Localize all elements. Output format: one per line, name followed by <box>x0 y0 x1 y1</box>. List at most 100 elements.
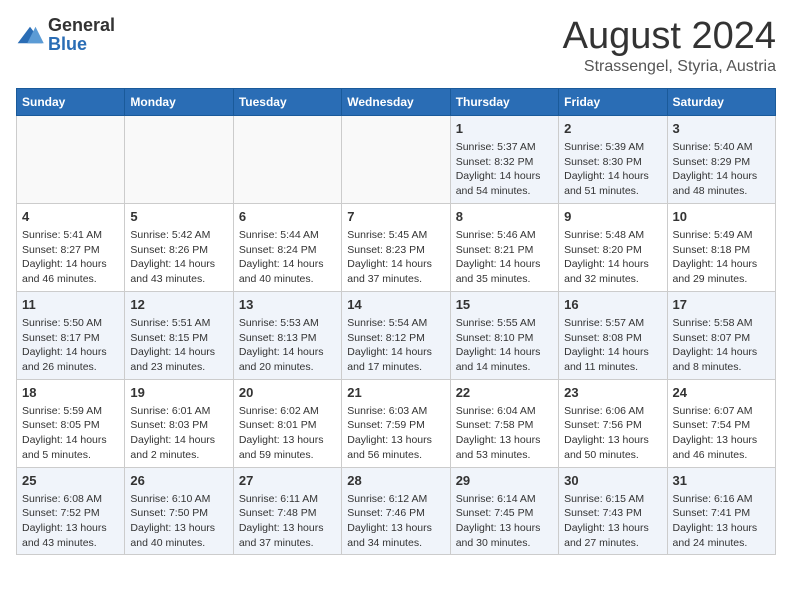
cell-content: Sunrise: 5:48 AM Sunset: 8:20 PM Dayligh… <box>564 228 661 287</box>
calendar-header-row: SundayMondayTuesdayWednesdayThursdayFrid… <box>17 88 776 115</box>
header: General Blue August 2024 Strassengel, St… <box>16 16 776 76</box>
calendar-cell: 18Sunrise: 5:59 AM Sunset: 8:05 PM Dayli… <box>17 379 125 467</box>
calendar-cell <box>342 115 450 203</box>
calendar-cell: 27Sunrise: 6:11 AM Sunset: 7:48 PM Dayli… <box>233 467 341 555</box>
day-number: 9 <box>564 208 661 226</box>
logo-icon <box>16 24 44 46</box>
day-number: 12 <box>130 296 227 314</box>
calendar-week-row: 18Sunrise: 5:59 AM Sunset: 8:05 PM Dayli… <box>17 379 776 467</box>
day-number: 26 <box>130 472 227 490</box>
day-number: 25 <box>22 472 119 490</box>
cell-content: Sunrise: 5:40 AM Sunset: 8:29 PM Dayligh… <box>673 140 770 199</box>
col-header-saturday: Saturday <box>667 88 775 115</box>
col-header-wednesday: Wednesday <box>342 88 450 115</box>
day-number: 17 <box>673 296 770 314</box>
calendar-cell: 9 Sunrise: 5:48 AM Sunset: 8:20 PM Daylig… <box>559 203 667 291</box>
cell-content: Sunrise: 5:45 AM Sunset: 8:23 PM Dayligh… <box>347 228 444 287</box>
cell-content: Sunrise: 6:02 AM Sunset: 8:01 PM Dayligh… <box>239 404 336 463</box>
col-header-monday: Monday <box>125 88 233 115</box>
logo-text-blue: Blue <box>48 34 87 54</box>
calendar-cell: 16Sunrise: 5:57 AM Sunset: 8:08 PM Dayli… <box>559 291 667 379</box>
cell-content: Sunrise: 5:37 AM Sunset: 8:32 PM Dayligh… <box>456 140 553 199</box>
cell-content: Sunrise: 5:59 AM Sunset: 8:05 PM Dayligh… <box>22 404 119 463</box>
calendar-cell: 8 Sunrise: 5:46 AM Sunset: 8:21 PM Daylig… <box>450 203 558 291</box>
calendar-cell: 3 Sunrise: 5:40 AM Sunset: 8:29 PM Daylig… <box>667 115 775 203</box>
cell-content: Sunrise: 5:53 AM Sunset: 8:13 PM Dayligh… <box>239 316 336 375</box>
cell-content: Sunrise: 5:54 AM Sunset: 8:12 PM Dayligh… <box>347 316 444 375</box>
calendar-cell: 4Sunrise: 5:41 AM Sunset: 8:27 PM Daylig… <box>17 203 125 291</box>
cell-content: Sunrise: 6:10 AM Sunset: 7:50 PM Dayligh… <box>130 492 227 551</box>
day-number: 31 <box>673 472 770 490</box>
col-header-thursday: Thursday <box>450 88 558 115</box>
logo-text-block: General Blue <box>48 16 115 54</box>
logo-text-general: General <box>48 15 115 35</box>
day-number: 5 <box>130 208 227 226</box>
subtitle: Strassengel, Styria, Austria <box>563 58 776 76</box>
calendar-cell: 15 Sunrise: 5:55 AM Sunset: 8:10 PM Dayli… <box>450 291 558 379</box>
day-number: 11 <box>22 296 119 314</box>
cell-content: Sunrise: 6:06 AM Sunset: 7:56 PM Dayligh… <box>564 404 661 463</box>
title-area: August 2024 Strassengel, Styria, Austria <box>563 16 776 76</box>
cell-content: Sunrise: 6:03 AM Sunset: 7:59 PM Dayligh… <box>347 404 444 463</box>
cell-content: Sunrise: 5:46 AM Sunset: 8:21 PM Dayligh… <box>456 228 553 287</box>
calendar-cell: 1 Sunrise: 5:37 AM Sunset: 8:32 PM Daylig… <box>450 115 558 203</box>
col-header-tuesday: Tuesday <box>233 88 341 115</box>
calendar-cell: 29 Sunrise: 6:14 AM Sunset: 7:45 PM Dayli… <box>450 467 558 555</box>
calendar-cell: 12 Sunrise: 5:51 AM Sunset: 8:15 PM Dayli… <box>125 291 233 379</box>
calendar-cell: 17 Sunrise: 5:58 AM Sunset: 8:07 PM Dayli… <box>667 291 775 379</box>
day-number: 20 <box>239 384 336 402</box>
calendar-cell: 22Sunrise: 6:04 AM Sunset: 7:58 PM Dayli… <box>450 379 558 467</box>
calendar-week-row: 11 Sunrise: 5:50 AM Sunset: 8:17 PM Dayli… <box>17 291 776 379</box>
calendar-cell <box>17 115 125 203</box>
cell-content: Sunrise: 6:01 AM Sunset: 8:03 PM Dayligh… <box>130 404 227 463</box>
calendar-table: SundayMondayTuesdayWednesdayThursdayFrid… <box>16 88 776 556</box>
cell-content: Sunrise: 5:58 AM Sunset: 8:07 PM Dayligh… <box>673 316 770 375</box>
cell-content: Sunrise: 6:08 AM Sunset: 7:52 PM Dayligh… <box>22 492 119 551</box>
col-header-friday: Friday <box>559 88 667 115</box>
day-number: 19 <box>130 384 227 402</box>
day-number: 14 <box>347 296 444 314</box>
day-number: 13 <box>239 296 336 314</box>
calendar-cell: 28Sunrise: 6:12 AM Sunset: 7:46 PM Dayli… <box>342 467 450 555</box>
calendar-cell: 13 Sunrise: 5:53 AM Sunset: 8:13 PM Dayli… <box>233 291 341 379</box>
calendar-cell <box>125 115 233 203</box>
calendar-cell: 11 Sunrise: 5:50 AM Sunset: 8:17 PM Dayli… <box>17 291 125 379</box>
cell-content: Sunrise: 6:07 AM Sunset: 7:54 PM Dayligh… <box>673 404 770 463</box>
cell-content: Sunrise: 6:14 AM Sunset: 7:45 PM Dayligh… <box>456 492 553 551</box>
day-number: 1 <box>456 120 553 138</box>
day-number: 29 <box>456 472 553 490</box>
calendar-cell: 5Sunrise: 5:42 AM Sunset: 8:26 PM Daylig… <box>125 203 233 291</box>
day-number: 15 <box>456 296 553 314</box>
cell-content: Sunrise: 6:16 AM Sunset: 7:41 PM Dayligh… <box>673 492 770 551</box>
calendar-cell: 23Sunrise: 6:06 AM Sunset: 7:56 PM Dayli… <box>559 379 667 467</box>
calendar-cell: 10Sunrise: 5:49 AM Sunset: 8:18 PM Dayli… <box>667 203 775 291</box>
cell-content: Sunrise: 6:12 AM Sunset: 7:46 PM Dayligh… <box>347 492 444 551</box>
cell-content: Sunrise: 5:39 AM Sunset: 8:30 PM Dayligh… <box>564 140 661 199</box>
calendar-cell: 7Sunrise: 5:45 AM Sunset: 8:23 PM Daylig… <box>342 203 450 291</box>
day-number: 24 <box>673 384 770 402</box>
cell-content: Sunrise: 6:15 AM Sunset: 7:43 PM Dayligh… <box>564 492 661 551</box>
day-number: 16 <box>564 296 661 314</box>
calendar-cell: 25 Sunrise: 6:08 AM Sunset: 7:52 PM Dayli… <box>17 467 125 555</box>
day-number: 6 <box>239 208 336 226</box>
calendar-week-row: 4Sunrise: 5:41 AM Sunset: 8:27 PM Daylig… <box>17 203 776 291</box>
calendar-cell: 2Sunrise: 5:39 AM Sunset: 8:30 PM Daylig… <box>559 115 667 203</box>
cell-content: Sunrise: 5:51 AM Sunset: 8:15 PM Dayligh… <box>130 316 227 375</box>
main-title: August 2024 <box>563 16 776 58</box>
calendar-cell: 21Sunrise: 6:03 AM Sunset: 7:59 PM Dayli… <box>342 379 450 467</box>
day-number: 22 <box>456 384 553 402</box>
calendar-week-row: 1 Sunrise: 5:37 AM Sunset: 8:32 PM Daylig… <box>17 115 776 203</box>
day-number: 10 <box>673 208 770 226</box>
calendar-cell: 19 Sunrise: 6:01 AM Sunset: 8:03 PM Dayli… <box>125 379 233 467</box>
col-header-sunday: Sunday <box>17 88 125 115</box>
calendar-cell <box>233 115 341 203</box>
cell-content: Sunrise: 5:50 AM Sunset: 8:17 PM Dayligh… <box>22 316 119 375</box>
day-number: 3 <box>673 120 770 138</box>
day-number: 8 <box>456 208 553 226</box>
calendar-week-row: 25 Sunrise: 6:08 AM Sunset: 7:52 PM Dayli… <box>17 467 776 555</box>
cell-content: Sunrise: 5:55 AM Sunset: 8:10 PM Dayligh… <box>456 316 553 375</box>
calendar-cell: 31 Sunrise: 6:16 AM Sunset: 7:41 PM Dayli… <box>667 467 775 555</box>
calendar-cell: 20 Sunrise: 6:02 AM Sunset: 8:01 PM Dayli… <box>233 379 341 467</box>
cell-content: Sunrise: 6:11 AM Sunset: 7:48 PM Dayligh… <box>239 492 336 551</box>
day-number: 30 <box>564 472 661 490</box>
